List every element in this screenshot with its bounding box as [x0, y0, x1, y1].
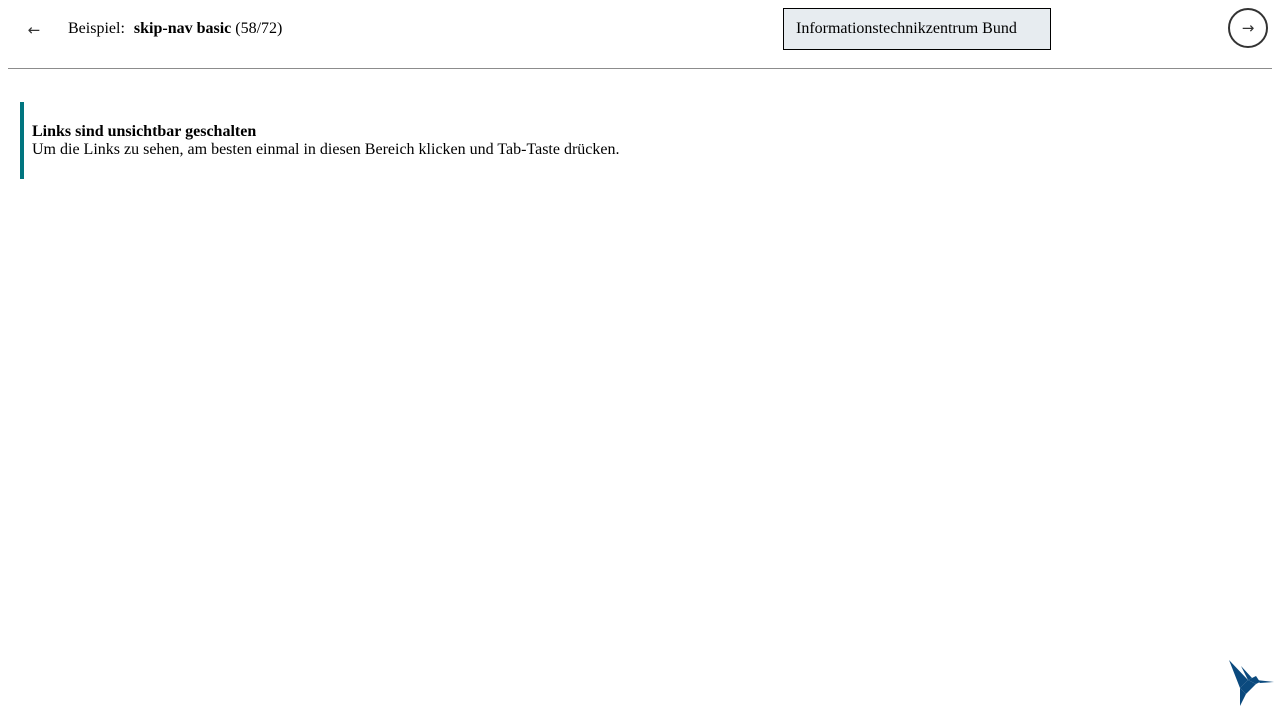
callout-text: Um die Links zu sehen, am besten einmal …	[32, 141, 620, 158]
header: ← Beispiel: skip-nav basic (58/72) Infor…	[8, 0, 1272, 69]
skip-nav-callout: Links sind unsichtbar geschalten Um die …	[20, 102, 620, 179]
title-prefix: Beispiel:	[68, 20, 125, 37]
next-button[interactable]: →	[1228, 8, 1268, 48]
page-title: Beispiel: skip-nav basic (58/72)	[68, 20, 282, 38]
hummingbird-logo-icon	[1229, 660, 1274, 706]
example-name: skip-nav basic	[133, 20, 232, 37]
organization-select[interactable]: Informationstechnikzentrum Bund	[783, 8, 1051, 50]
arrow-left-icon: ←	[27, 21, 41, 39]
arrow-right-icon: →	[1241, 19, 1255, 37]
back-button[interactable]: ←	[18, 14, 50, 46]
callout-heading: Links sind unsichtbar geschalten	[32, 123, 257, 140]
example-count: (58/72)	[235, 20, 283, 37]
